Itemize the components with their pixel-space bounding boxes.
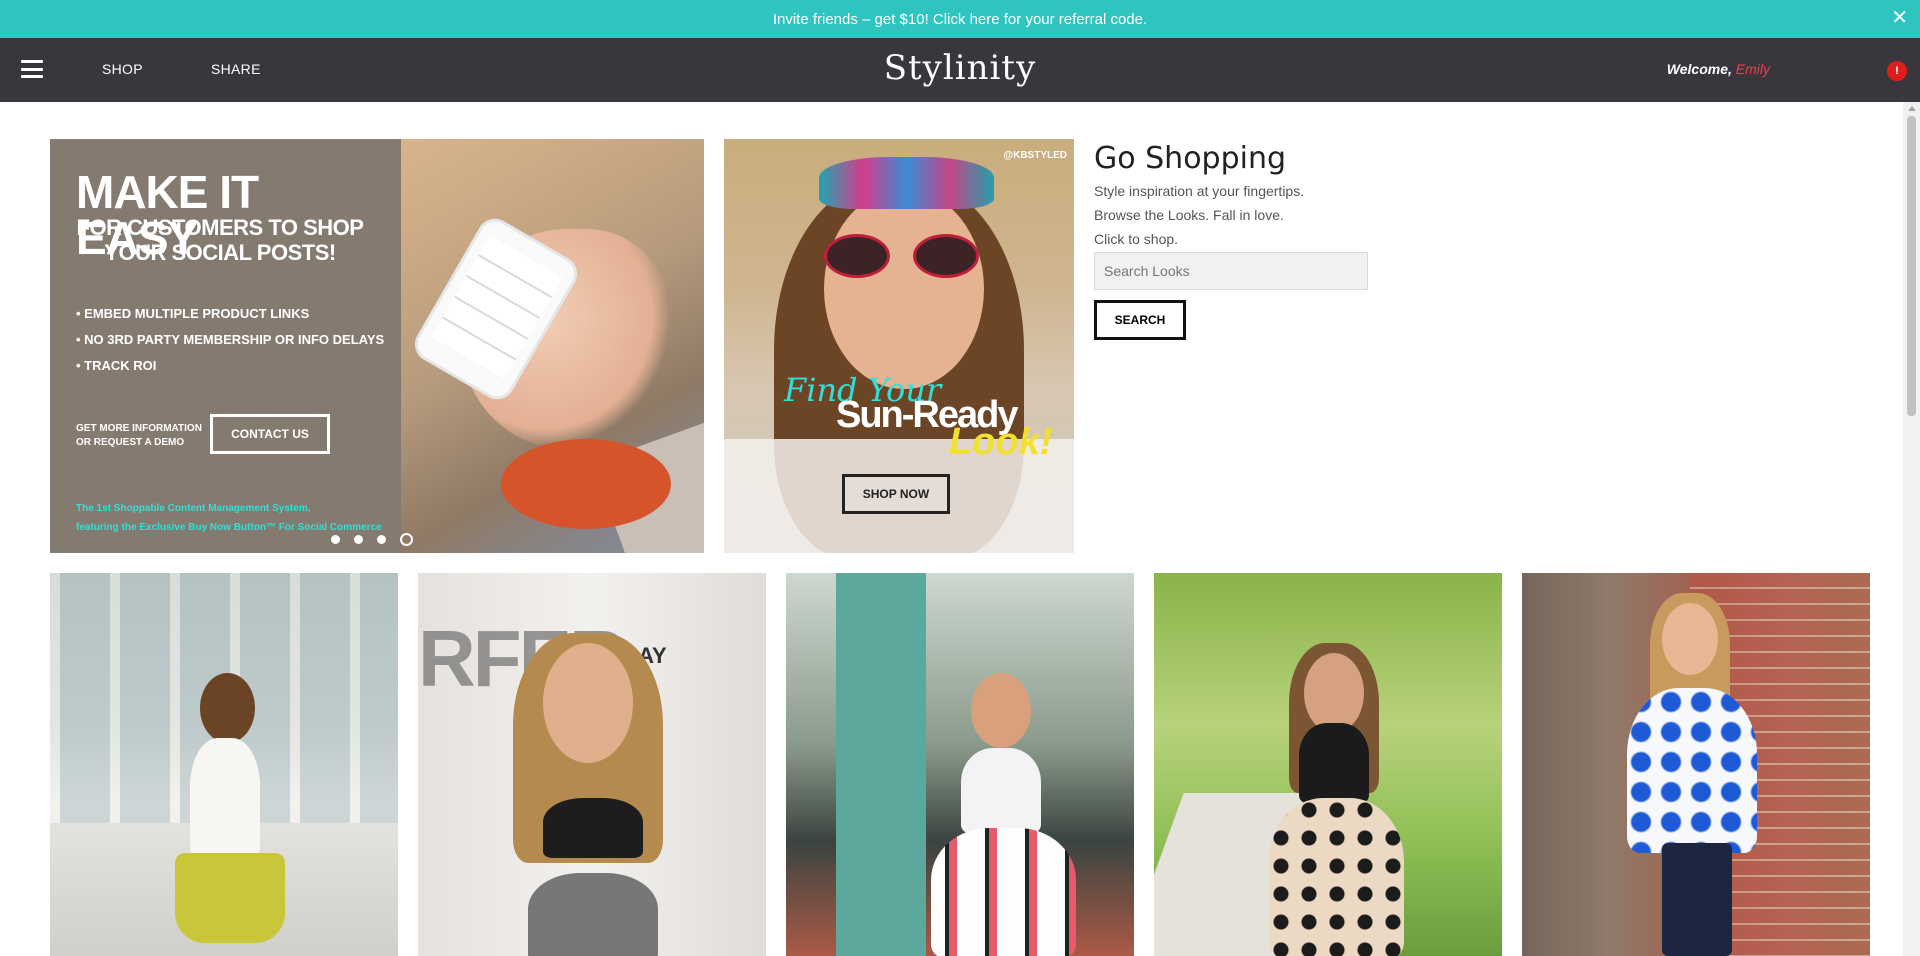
hero-tagline-line1: The 1st Shoppable Content Management Sys… — [76, 503, 311, 514]
hero-carousel[interactable]: MAKE IT EASY FOR CUSTOMERS TO SHOP YOUR … — [50, 139, 704, 553]
logo-container: Stylinity — [0, 48, 1920, 88]
hero-subheadline-line1: FOR CUSTOMERS TO SHOP — [76, 215, 364, 240]
top-nav: SHOP SHARE Stylinity Welcome, Emily ! — [0, 38, 1920, 102]
hero-cta-text: GET MORE INFORMATION OR REQUEST A DEMO — [76, 422, 202, 450]
user-name[interactable]: Emily — [1736, 61, 1770, 77]
hero-bullets: • EMBED MULTIPLE PRODUCT LINKS • NO 3RD … — [76, 301, 384, 379]
carousel-dot-active[interactable] — [400, 533, 413, 546]
hero-bullet: • TRACK ROI — [76, 358, 157, 373]
promo-handle: @KBSTYLED — [1003, 150, 1067, 161]
contact-us-button[interactable]: CONTACT US — [210, 414, 330, 454]
welcome-label: Welcome, — [1666, 61, 1732, 77]
hero-cta-line2: OR REQUEST A DEMO — [76, 437, 185, 448]
shop-now-button[interactable]: SHOP NOW — [842, 474, 950, 514]
search-looks-input[interactable] — [1094, 252, 1368, 290]
go-shopping-title: Go Shopping — [1094, 141, 1287, 176]
referral-text[interactable]: Invite friends – get $10! Click here for… — [773, 11, 1147, 28]
look-tile[interactable]: RFER LE BAY — [418, 573, 766, 956]
notification-icon[interactable]: ! — [1887, 61, 1907, 81]
go-shopping-line: Click to shop. — [1094, 231, 1179, 247]
look-tile[interactable] — [50, 573, 398, 956]
hero-subheadline-line2: YOUR SOCIAL POSTS! — [104, 240, 336, 265]
carousel-dot[interactable] — [331, 535, 340, 544]
page-scrollbar[interactable] — [1903, 102, 1920, 956]
promo-look-text: Look! — [949, 421, 1053, 463]
nav-share-link[interactable]: SHARE — [211, 61, 261, 77]
hero-tagline: The 1st Shoppable Content Management Sys… — [76, 499, 382, 537]
close-icon[interactable]: ✕ — [1891, 8, 1908, 28]
look-tile[interactable] — [786, 573, 1134, 956]
hero-bullet: • EMBED MULTIPLE PRODUCT LINKS — [76, 306, 310, 321]
hero-bullet: • NO 3RD PARTY MEMBERSHIP OR INFO DELAYS — [76, 332, 385, 347]
nav-shop-link[interactable]: SHOP — [102, 61, 143, 77]
carousel-dots — [331, 533, 413, 546]
look-tile[interactable] — [1522, 573, 1870, 956]
hamburger-icon[interactable] — [21, 60, 43, 78]
search-button[interactable]: SEARCH — [1094, 300, 1186, 340]
go-shopping-panel: Go Shopping Style inspiration at your fi… — [1094, 139, 1424, 340]
welcome-message[interactable]: Welcome, Emily — [1667, 61, 1770, 77]
hero-phone-image — [401, 139, 704, 553]
go-shopping-line: Style inspiration at your fingertips. — [1094, 183, 1305, 199]
hero-text-panel: MAKE IT EASY FOR CUSTOMERS TO SHOP YOUR … — [50, 139, 401, 553]
hero-subheadline: FOR CUSTOMERS TO SHOP YOUR SOCIAL POSTS! — [50, 215, 390, 265]
looks-grid: RFER LE BAY — [50, 573, 1870, 956]
scroll-up-arrow-icon[interactable] — [1908, 106, 1916, 111]
go-shopping-line: Browse the Looks. Fall in love. — [1094, 207, 1284, 223]
scrollbar-thumb[interactable] — [1907, 116, 1916, 416]
hero-cta-line1: GET MORE INFORMATION — [76, 423, 202, 434]
carousel-dot[interactable] — [377, 535, 386, 544]
look-tile[interactable] — [1154, 573, 1502, 956]
logo[interactable]: Stylinity — [884, 48, 1037, 88]
referral-banner[interactable]: Invite friends – get $10! Click here for… — [0, 0, 1920, 38]
sun-ready-promo[interactable]: @KBSTYLED Find Your Sun-Ready Look! SHOP… — [724, 139, 1074, 553]
carousel-dot[interactable] — [354, 535, 363, 544]
